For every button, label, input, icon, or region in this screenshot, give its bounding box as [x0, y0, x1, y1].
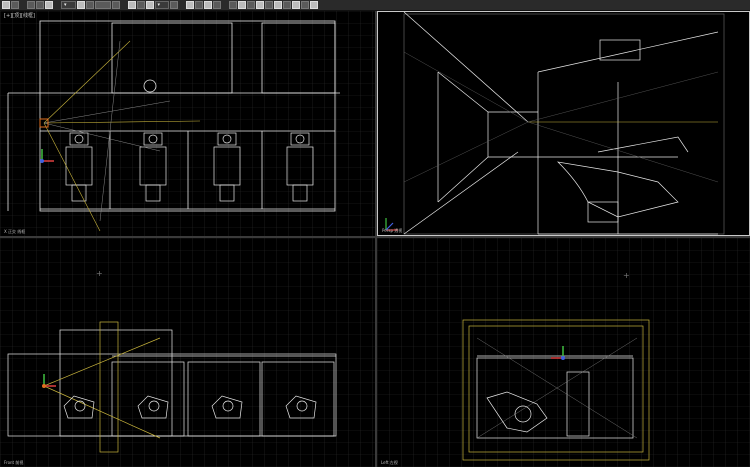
percent-snap-icon[interactable]: [204, 1, 213, 9]
material-editor-icon[interactable]: [283, 1, 292, 9]
spinner-snap-icon[interactable]: [213, 1, 222, 9]
viewport-left[interactable]: + Left 左视: [377, 238, 750, 467]
viewport-perspective-axis-label: Persp 透视: [382, 228, 403, 233]
named-selection-sets-icon[interactable]: [229, 1, 238, 9]
undo-icon[interactable]: [2, 1, 10, 9]
bind-icon[interactable]: [45, 1, 53, 9]
unlink-icon[interactable]: [36, 1, 44, 9]
viewport-front[interactable]: + Front 前视: [0, 238, 375, 467]
viewport-splitter-horizontal[interactable]: [0, 236, 750, 238]
mirror-icon[interactable]: [238, 1, 247, 9]
rendered-frame-window-icon[interactable]: [301, 1, 310, 9]
window-crossing-icon[interactable]: [111, 1, 120, 9]
viewport-top-axis-label: X 正交 线框: [4, 229, 26, 234]
viewport-perspective-canvas: [378, 12, 749, 235]
reference-coordinate-dropdown[interactable]: ▾: [154, 1, 170, 9]
svg-text:+: +: [96, 269, 103, 278]
viewport-front-canvas: +: [0, 238, 375, 467]
viewport-left-axis-label: Left 左视: [381, 460, 398, 465]
main-toolbar: ▾ ▾: [0, 0, 750, 11]
viewport-splitter-vertical[interactable]: [375, 11, 377, 467]
viewport-top[interactable]: [+][顶][线框] X 正交 线框: [0, 11, 375, 236]
viewport-top-canvas: [0, 11, 375, 236]
viewport-front-axis-label: Front 前视: [4, 460, 24, 465]
snap-toggle-icon[interactable]: [186, 1, 195, 9]
link-icon[interactable]: [27, 1, 35, 9]
rotate-icon[interactable]: [136, 1, 145, 9]
viewport-top-label[interactable]: [+][顶][线框]: [4, 12, 35, 19]
select-by-name-icon[interactable]: [85, 1, 94, 9]
render-production-icon[interactable]: [310, 1, 319, 9]
curve-editor-icon[interactable]: [265, 1, 274, 9]
viewport-perspective[interactable]: Persp 透视: [377, 11, 750, 236]
move-icon[interactable]: [127, 1, 136, 9]
selection-filter-dropdown[interactable]: ▾: [61, 1, 76, 9]
schematic-view-icon[interactable]: [274, 1, 283, 9]
viewport-left-canvas: +: [377, 238, 750, 467]
angle-snap-icon[interactable]: [195, 1, 204, 9]
align-icon[interactable]: [247, 1, 256, 9]
layer-manager-icon[interactable]: [256, 1, 265, 9]
pivot-icon[interactable]: [170, 1, 179, 9]
scale-icon[interactable]: [145, 1, 154, 9]
rectangular-selection-icon[interactable]: [94, 1, 111, 9]
svg-text:+: +: [623, 271, 630, 280]
select-icon[interactable]: [76, 1, 85, 9]
render-setup-icon[interactable]: [292, 1, 301, 9]
redo-icon[interactable]: [11, 1, 19, 9]
